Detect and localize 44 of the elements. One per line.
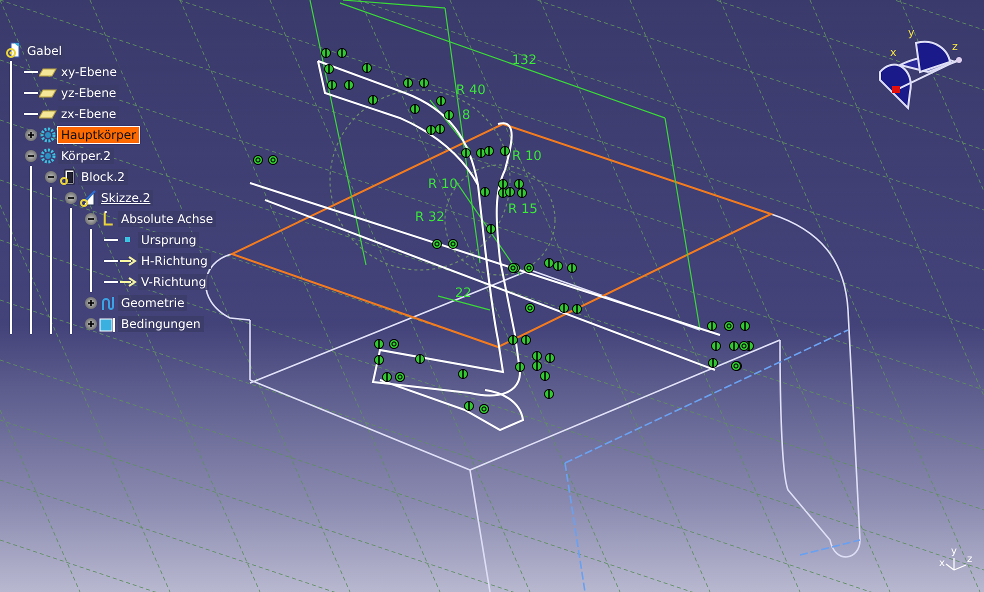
dimension-label: R 40: [456, 83, 486, 98]
arrow-icon: [119, 256, 137, 266]
tree-item[interactable]: zx-Ebene: [58, 106, 120, 122]
sketch-icon: [79, 188, 97, 206]
tree-item[interactable]: yz-Ebene: [58, 84, 120, 100]
block-icon: [59, 168, 77, 186]
dimension-label: R 32: [415, 210, 445, 225]
plus-icon: [27, 130, 35, 138]
dimension-label: R 15: [508, 202, 538, 217]
expand-toggle[interactable]: [25, 128, 37, 140]
dimension-label: 132: [512, 53, 537, 68]
tree-item[interactable]: V-Richtung: [138, 274, 210, 290]
plane-icon: [39, 108, 57, 118]
tree-item[interactable]: Absolute Achse: [118, 210, 216, 226]
collapse-toggle[interactable]: [65, 192, 77, 204]
axis-icon: [102, 211, 114, 226]
plane-icon: [39, 66, 57, 76]
arrow-icon: [119, 276, 137, 286]
collapse-toggle[interactable]: [45, 170, 57, 182]
expand-toggle[interactable]: [85, 296, 97, 308]
collapse-toggle[interactable]: [25, 150, 37, 162]
collapse-toggle[interactable]: [85, 212, 97, 224]
plus-icon: [87, 298, 95, 306]
axis-triad-drawing: x y z: [939, 546, 972, 571]
tree-item[interactable]: Hauptkörper: [58, 126, 140, 142]
gear-icon: [39, 126, 57, 144]
plus-icon: [87, 320, 95, 328]
dimension-label: R 10: [428, 177, 458, 192]
tree-item[interactable]: xy-Ebene: [58, 64, 120, 80]
tree-item[interactable]: Bedingungen: [118, 316, 204, 332]
tree-item[interactable]: H-Richtung: [138, 252, 211, 268]
dimension-label: R 10: [512, 149, 542, 164]
point-icon: [124, 236, 132, 244]
tree-item[interactable]: Körper.2: [58, 148, 114, 164]
dimension-label: 8: [462, 108, 470, 123]
tree-item[interactable]: Skizze.2: [98, 190, 154, 206]
plane-icon: [39, 88, 57, 98]
gear-icon: [39, 146, 57, 164]
tree-item[interactable]: Block.2: [78, 168, 128, 184]
compass-drawing: x y z: [879, 26, 962, 109]
tree-item[interactable]: Gabel: [24, 42, 65, 58]
tree-item[interactable]: Ursprung: [138, 232, 200, 248]
tree-item[interactable]: Geometrie: [118, 294, 188, 310]
expand-toggle[interactable]: [85, 318, 97, 330]
